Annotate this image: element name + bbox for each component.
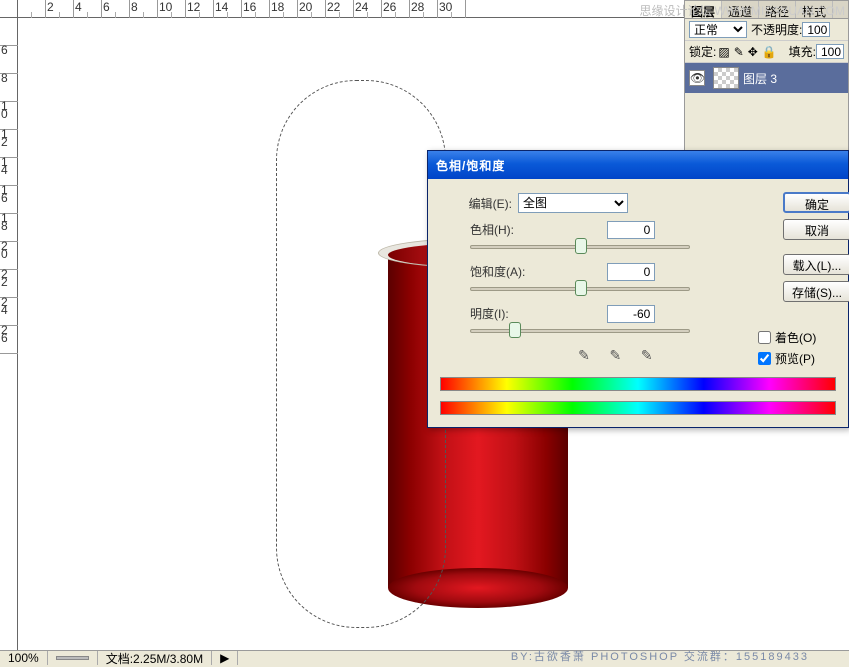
edit-label: 编辑(E): (440, 195, 512, 212)
visibility-eye-icon[interactable]: 👁 (689, 70, 705, 86)
hue-label: 色相(H): (470, 221, 544, 238)
opacity-label: 不透明度: (751, 21, 802, 38)
saturation-label: 饱和度(A): (470, 263, 544, 280)
colorize-checkbox[interactable] (758, 331, 771, 344)
color-spectrum-top (440, 377, 836, 391)
eyedropper-minus-icon[interactable]: ✎ (637, 347, 657, 367)
hue-input[interactable]: 0 (607, 221, 655, 239)
saturation-input[interactable]: 0 (607, 263, 655, 281)
lightness-slider[interactable] (470, 329, 690, 333)
lightness-thumb[interactable] (509, 322, 521, 338)
eyedropper-group: ✎ ✎ ✎ (570, 347, 661, 367)
zoom-slider[interactable] (48, 651, 98, 665)
saturation-slider[interactable] (470, 287, 690, 291)
cancel-button[interactable]: 取消 (783, 219, 849, 240)
edit-select[interactable]: 全图 (518, 193, 628, 213)
layer-name[interactable]: 图层 3 (743, 70, 777, 87)
color-spectrum-bottom (440, 401, 836, 415)
status-arrow-icon[interactable]: ▶ (212, 651, 238, 665)
opacity-input[interactable]: 100 (802, 22, 830, 37)
eyedropper-icon[interactable]: ✎ (574, 347, 594, 367)
layer-thumbnail[interactable] (713, 67, 739, 89)
dialog-titlebar[interactable]: 色相/饱和度 (428, 151, 848, 179)
preview-label[interactable]: 预览(P) (775, 350, 815, 367)
lock-label: 锁定: (689, 43, 716, 60)
tab-layers[interactable]: 图层 (685, 1, 722, 18)
tab-paths[interactable]: 路径 (759, 1, 796, 18)
credit-footer: BY:古欲香萧 PHOTOSHOP 交流群：155189433 (511, 648, 809, 664)
preview-checkbox[interactable] (758, 352, 771, 365)
colorize-label[interactable]: 着色(O) (775, 329, 816, 346)
hue-thumb[interactable] (575, 238, 587, 254)
tab-channels[interactable]: 通道 (722, 1, 759, 18)
ok-button[interactable]: 确定 (783, 192, 849, 213)
fill-label: 填充: (789, 43, 816, 60)
doc-size[interactable]: 文档:2.25M/3.80M (98, 651, 212, 665)
lock-transparency-icon[interactable]: ▨ (718, 45, 729, 59)
lock-move-icon[interactable]: ✥ (748, 45, 758, 59)
ruler-origin[interactable] (0, 0, 18, 18)
ruler-vertical[interactable]: 68101214161820222426 (0, 18, 18, 650)
tab-styles[interactable]: 样式 (796, 1, 833, 18)
lightness-label: 明度(I): (470, 305, 544, 322)
zoom-level[interactable]: 100% (0, 651, 48, 665)
saturation-thumb[interactable] (575, 280, 587, 296)
lock-all-icon[interactable]: 🔒 (762, 45, 777, 59)
eyedropper-plus-icon[interactable]: ✎ (605, 347, 625, 367)
load-button[interactable]: 载入(L)... (783, 254, 849, 275)
lock-brush-icon[interactable]: ✎ (734, 45, 744, 59)
save-button[interactable]: 存储(S)... (783, 281, 849, 302)
hue-slider[interactable] (470, 245, 690, 249)
layer-row[interactable]: 👁 图层 3 (685, 63, 848, 93)
blend-mode-select[interactable]: 正常 (689, 21, 747, 38)
lightness-input[interactable]: -60 (607, 305, 655, 323)
panel-tabs: 图层 通道 路径 样式 (685, 1, 848, 19)
fill-input[interactable]: 100 (816, 44, 844, 59)
